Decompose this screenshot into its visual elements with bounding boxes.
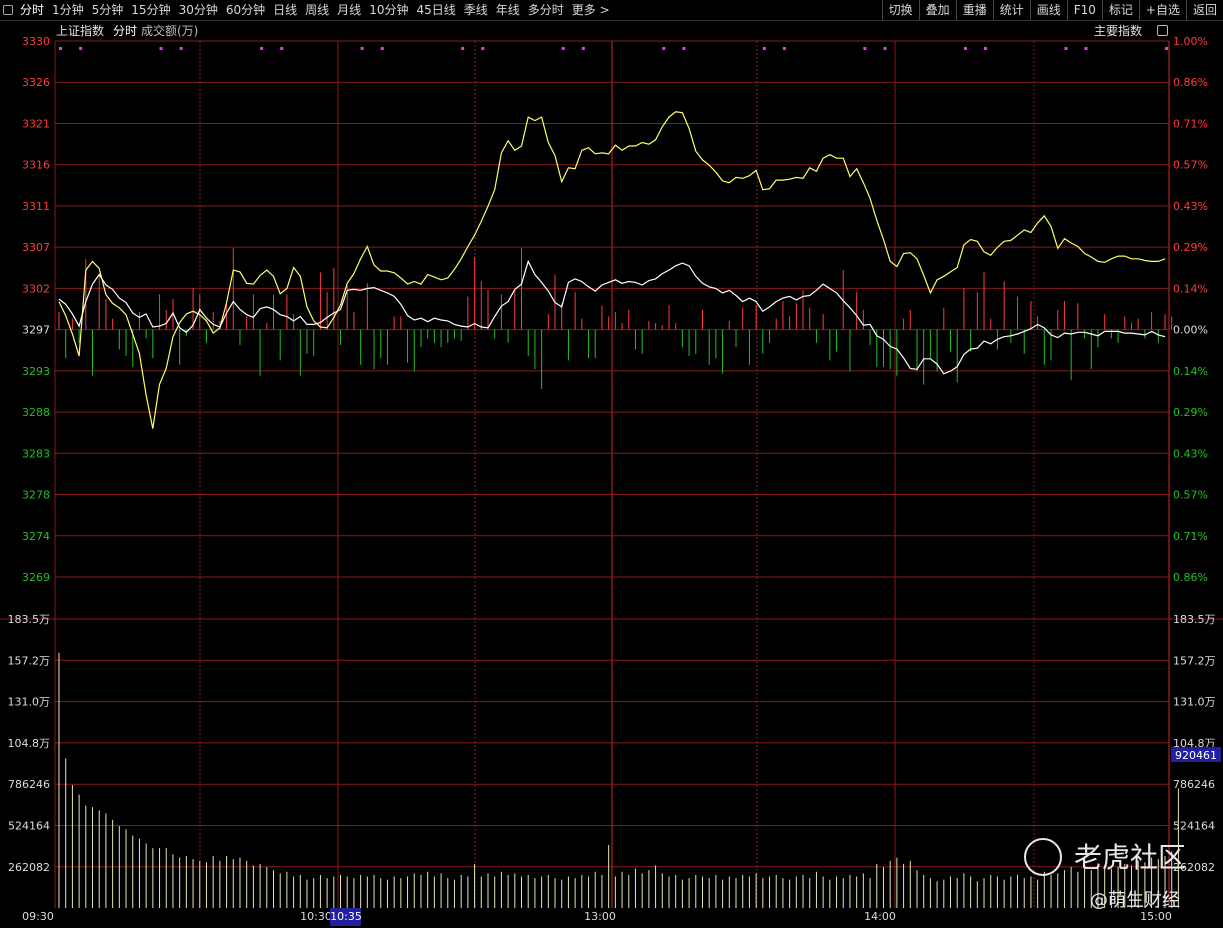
price-tick-label: 3307 [22,241,50,254]
pct-tick-label: 0.43% [1173,200,1208,213]
volume-tick-label-right: 183.5万 [1173,613,1216,626]
signal-marker [1165,47,1168,50]
volume-tick-label-right: 524164 [1173,820,1215,833]
signal-marker [863,47,867,50]
pct-tick-label: 1.00% [1173,35,1208,48]
signal-marker [280,47,284,50]
pct-tick-label: 0.86% [1173,571,1208,584]
signal-marker [179,47,183,50]
volume-tick-label-right: 786246 [1173,778,1215,791]
price-tick-label: 3311 [22,200,50,213]
price-tick-label: 3297 [22,324,50,337]
time-tick-label: 14:00 [864,910,896,923]
current-volume-label: 920461 [1175,749,1217,762]
signal-marker [581,47,585,50]
signal-marker [762,47,766,50]
pct-tick-label: 0.14% [1173,282,1208,295]
signal-marker [461,47,465,50]
intraday-chart[interactable]: 3330 1.00% 3326 0.86% 3321 0.71% 3316 0.57% 3311… [0,0,1223,928]
price-tick-label: 3293 [22,365,50,378]
pct-tick-label: 0.71% [1173,117,1208,130]
volume-tick-label: 786246 [8,778,50,791]
pct-tick-label: 0.57% [1173,489,1208,502]
signal-marker [360,47,364,50]
signal-marker [561,47,565,50]
volume-tick-label: 183.5万 [8,613,51,626]
price-tick-label: 3269 [22,571,50,584]
signal-marker [883,47,887,50]
volume-tick-label: 524164 [8,820,50,833]
cursor-time-label: 10:35 [330,910,362,923]
signal-marker [963,47,967,50]
pct-tick-label: 0.29% [1173,241,1208,254]
volume-tick-label-right: 131.0万 [1173,696,1216,709]
signal-marker [159,47,163,50]
price-tick-label: 3278 [22,489,50,502]
signal-marker [984,47,988,50]
tiger-logo-icon [1024,838,1062,876]
pct-tick-label: 0.43% [1173,447,1208,460]
signal-marker [260,47,264,50]
pct-tick-label: 0.86% [1173,76,1208,89]
price-tick-label: 3321 [22,117,50,130]
volume-tick-label: 262082 [8,861,50,874]
volume-tick-label: 104.8万 [8,737,51,750]
signal-marker [380,47,384,50]
time-tick-label: 10:30 [300,910,332,923]
volume-tick-label: 131.0万 [8,696,51,709]
signal-marker [682,47,686,50]
price-tick-label: 3288 [22,406,50,419]
price-tick-label: 3330 [22,35,50,48]
price-tick-label: 3326 [22,76,50,89]
signal-marker [782,47,786,50]
time-tick-label: 13:00 [584,910,616,923]
price-tick-label: 3302 [22,282,50,295]
price-tick-label: 3274 [22,530,50,543]
signal-marker [481,47,485,50]
price-tick-label: 3316 [22,159,50,172]
watermark-brand: 老虎社区 [1074,841,1187,874]
signal-marker [79,47,83,50]
pct-tick-label: 0.57% [1173,159,1208,172]
signal-marker [59,47,62,50]
pct-tick-label: 0.00% [1173,324,1208,337]
watermark-author: @萌生财经 [1090,890,1180,911]
signal-marker [662,47,666,50]
signal-marker [1064,47,1068,50]
pct-tick-label: 0.14% [1173,365,1208,378]
pct-tick-label: 0.29% [1173,406,1208,419]
volume-tick-label: 157.2万 [8,654,51,667]
volume-tick-label-right: 157.2万 [1173,654,1216,667]
price-tick-label: 3283 [22,447,50,460]
signal-marker [1084,47,1088,50]
pct-tick-label: 0.71% [1173,530,1208,543]
time-tick-label: 09:30 [22,910,54,923]
